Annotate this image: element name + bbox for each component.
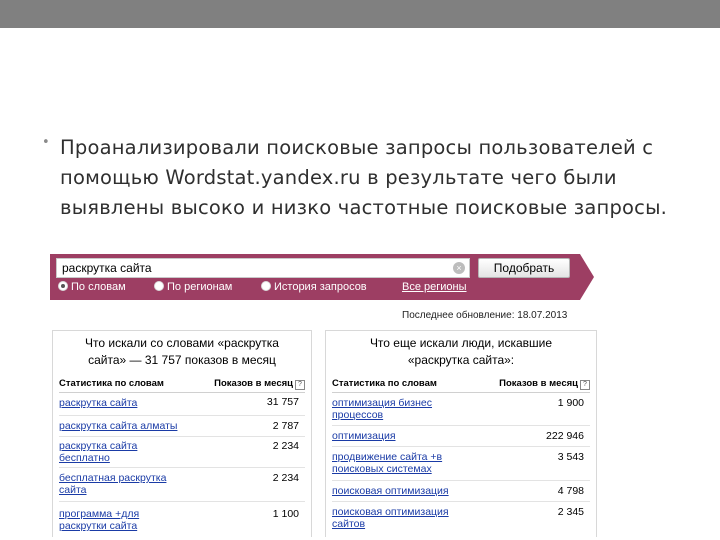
keyword-link[interactable]: раскрутка сайта алматы: [59, 416, 199, 432]
right-results-table: Что еще искали люди, искавшие «раскрутка…: [325, 330, 597, 537]
radio-icon: [154, 281, 164, 291]
right-table-header: Статистика по словам Показов в месяц?: [332, 378, 590, 393]
shows-count: 2 234: [272, 440, 299, 452]
table-row: оптимизация бизнес процессов 1 900: [332, 395, 590, 426]
col-shows-label: Показов в месяц: [499, 378, 578, 389]
help-icon[interactable]: ?: [295, 380, 305, 390]
table-row: раскрутка сайта алматы 2 787: [59, 416, 305, 437]
slide-top-band: [0, 0, 720, 28]
shows-count: 4 798: [557, 485, 584, 497]
mode-label: История запросов: [274, 281, 367, 293]
search-input-value: раскрутка сайта: [62, 261, 152, 275]
shows-count: 1 900: [557, 397, 584, 409]
table-row: оптимизация 222 946: [332, 426, 590, 447]
bullet-marker: •: [42, 135, 50, 150]
last-update-text: Последнее обновление: 18.07.2013: [402, 310, 568, 321]
col-words-header: Статистика по словам: [332, 378, 437, 389]
left-results-table: Что искали со словами «раскрутка сайта» …: [52, 330, 312, 537]
mode-label: По регионам: [167, 281, 233, 293]
mode-label: По словам: [71, 281, 126, 293]
wordstat-bar-arrow: [580, 254, 594, 300]
shows-count: 222 946: [546, 430, 584, 442]
table-row: бесплатная раскрутка сайта 2 234: [59, 468, 305, 502]
keyword-link[interactable]: бесплатная раскрутка сайта: [59, 468, 189, 496]
keyword-link[interactable]: поисковая оптимизация сайтов: [332, 502, 462, 530]
shows-count: 2 787: [272, 420, 299, 432]
right-table-title: Что еще искали люди, искавшие «раскрутка…: [369, 336, 553, 367]
left-table-rows: раскрутка сайта 31 757 раскрутка сайта а…: [59, 395, 305, 532]
right-table-rows: оптимизация бизнес процессов 1 900 оптим…: [332, 395, 590, 532]
radio-selected-icon: [58, 281, 68, 291]
all-regions-link[interactable]: Все регионы: [402, 281, 467, 293]
keyword-link[interactable]: продвижение сайта +в поисковых системах: [332, 447, 467, 475]
col-words-header: Статистика по словам: [59, 378, 164, 389]
table-row: поисковая оптимизация 4 798: [332, 481, 590, 502]
keyword-link[interactable]: программа +для раскрутки сайта: [59, 502, 169, 532]
shows-count: 1 100: [272, 508, 299, 520]
table-row: раскрутка сайта 31 757: [59, 395, 305, 416]
table-row: раскрутка сайта бесплатно 2 234: [59, 437, 305, 468]
keyword-link[interactable]: оптимизация: [332, 426, 472, 442]
table-row: программа +для раскрутки сайта 1 100: [59, 502, 305, 532]
table-row: поисковая оптимизация сайтов 2 345: [332, 502, 590, 532]
keyword-link[interactable]: раскрутка сайта бесплатно: [59, 437, 169, 464]
shows-count: 3 543: [557, 451, 584, 463]
keyword-link[interactable]: раскрутка сайта: [59, 395, 199, 409]
clear-icon[interactable]: ×: [453, 262, 465, 274]
search-input[interactable]: раскрутка сайта ×: [56, 258, 470, 278]
mode-history[interactable]: История запросов: [261, 281, 367, 293]
radio-icon: [261, 281, 271, 291]
slide-body-text: Проанализировали поисковые запросы польз…: [60, 136, 668, 219]
left-table-header: Статистика по словам Показов в месяц?: [59, 378, 305, 393]
col-shows-label: Показов в месяц: [214, 378, 293, 389]
col-shows-header: Показов в месяц?: [499, 378, 590, 390]
help-icon[interactable]: ?: [580, 380, 590, 390]
shows-count: 2 234: [272, 472, 299, 484]
col-shows-header: Показов в месяц?: [214, 378, 305, 390]
left-table-title: Что искали со словами «раскрутка сайта» …: [85, 336, 279, 367]
shows-count: 31 757: [266, 396, 299, 408]
mode-by-regions[interactable]: По регионам: [154, 281, 232, 293]
shows-count: 2 345: [557, 506, 584, 518]
table-row: продвижение сайта +в поисковых системах …: [332, 447, 590, 481]
mode-by-words[interactable]: По словам: [58, 281, 126, 293]
search-button[interactable]: Подобрать: [478, 258, 570, 278]
keyword-link[interactable]: оптимизация бизнес процессов: [332, 395, 452, 421]
keyword-link[interactable]: поисковая оптимизация: [332, 481, 472, 497]
